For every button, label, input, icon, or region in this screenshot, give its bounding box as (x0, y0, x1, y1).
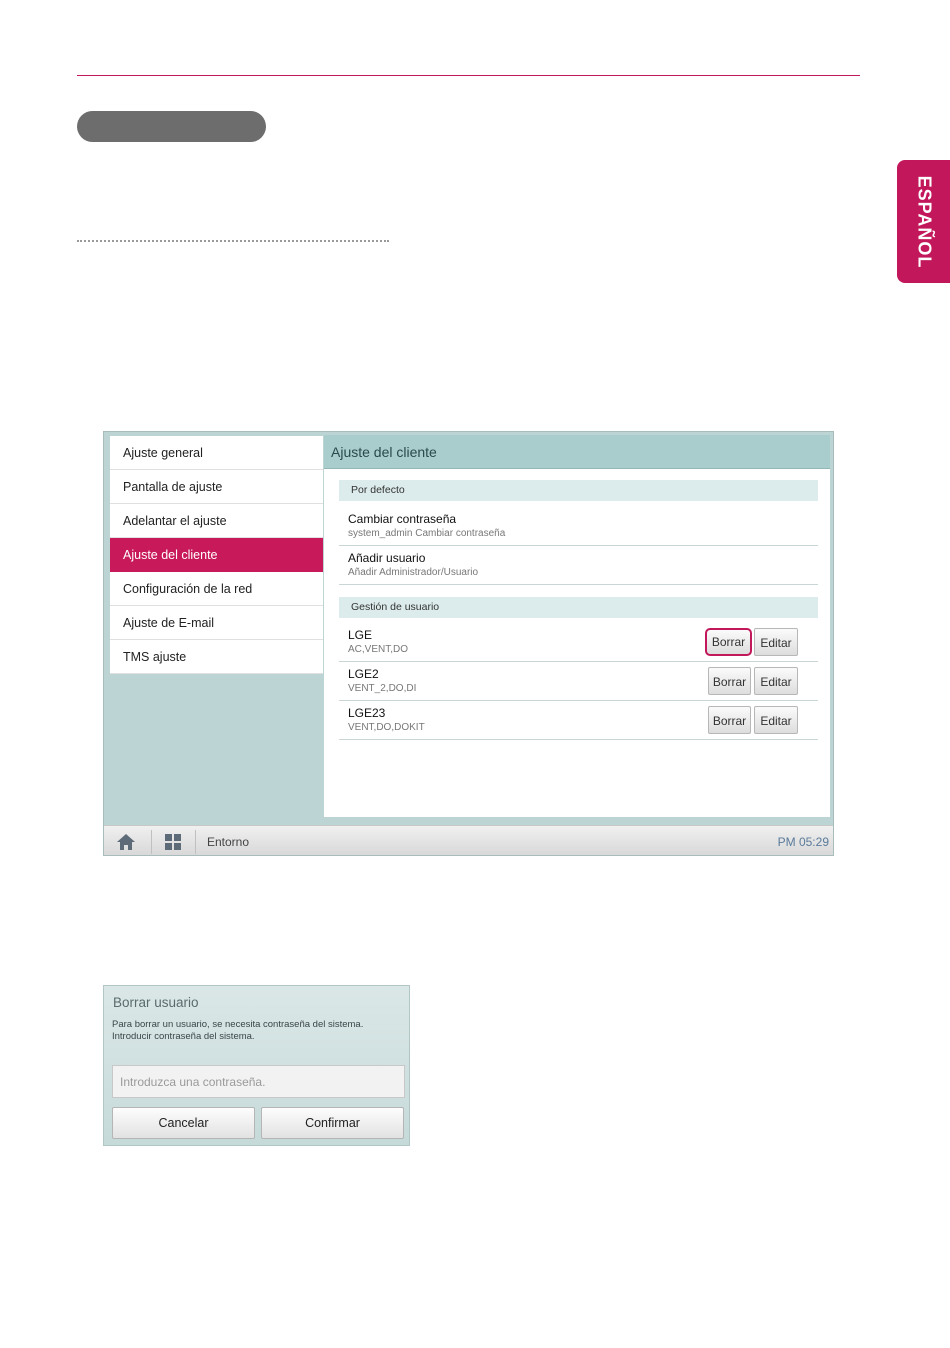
user-permissions: VENT_2,DO,DI (348, 683, 417, 694)
delete-user-button[interactable]: Borrar (705, 628, 752, 656)
settings-sidebar: Ajuste general Pantalla de ajuste Adelan… (110, 436, 323, 674)
user-name: LGE23 (348, 706, 386, 720)
status-divider (195, 830, 196, 854)
edit-user-button[interactable]: Editar (754, 667, 798, 695)
user-row: LGE23 VENT,DO,DOKIT Borrar Editar (339, 701, 818, 740)
delete-user-button[interactable]: Borrar (708, 667, 751, 695)
password-input[interactable] (112, 1065, 405, 1098)
language-tab-label: ESPAÑOL (914, 175, 934, 268)
add-user-title: Añadir usuario (348, 551, 426, 565)
dialog-title: Borrar usuario (113, 995, 199, 1010)
dotted-divider (77, 240, 389, 242)
user-row: LGE2 VENT_2,DO,DI Borrar Editar (339, 662, 818, 701)
user-name: LGE2 (348, 667, 379, 681)
home-icon[interactable] (115, 831, 137, 853)
sidebar-item-advanced[interactable]: Adelantar el ajuste (110, 504, 323, 538)
section-user-management: Gestión de usuario (339, 597, 818, 618)
user-row: LGE AC,VENT,DO Borrar Editar (339, 623, 818, 662)
confirm-button[interactable]: Confirmar (261, 1107, 404, 1139)
settings-screen: Ajuste general Pantalla de ajuste Adelan… (103, 431, 834, 856)
top-divider (77, 75, 860, 76)
sidebar-item-screen[interactable]: Pantalla de ajuste (110, 470, 323, 504)
add-user-subtitle: Añadir Administrador/Usuario (348, 567, 479, 578)
change-password-title: Cambiar contraseña (348, 512, 457, 526)
change-password-row[interactable]: Cambiar contraseña system_admin Cambiar … (339, 507, 818, 546)
user-name: LGE (348, 628, 373, 642)
delete-user-dialog: Borrar usuario Para borrar un usuario, s… (103, 985, 410, 1146)
status-divider (151, 830, 152, 854)
change-password-subtitle: system_admin Cambiar contraseña (348, 528, 506, 539)
user-permissions: AC,VENT,DO (348, 644, 409, 655)
status-label: Entorno (207, 835, 250, 849)
sidebar-item-customer[interactable]: Ajuste del cliente (110, 538, 323, 572)
edit-user-button[interactable]: Editar (754, 628, 798, 656)
cancel-button[interactable]: Cancelar (112, 1107, 255, 1139)
content-panel: Ajuste del cliente Por defecto Cambiar c… (324, 435, 830, 817)
delete-user-button[interactable]: Borrar (708, 706, 751, 734)
status-bar: Entorno PM 05:29 (104, 825, 833, 855)
language-tab: ESPAÑOL (897, 160, 950, 283)
user-permissions: VENT,DO,DOKIT (348, 722, 425, 733)
grid-icon[interactable] (162, 831, 184, 853)
add-user-row[interactable]: Añadir usuario Añadir Administrador/Usua… (339, 546, 818, 585)
section-default: Por defecto (339, 480, 818, 501)
edit-user-button[interactable]: Editar (754, 706, 798, 734)
page-title: Ajuste del cliente (324, 435, 830, 469)
sidebar-item-tms[interactable]: TMS ajuste (110, 640, 323, 674)
status-time: PM 05:29 (777, 835, 829, 849)
dialog-message: Para borrar un usuario, se necesita cont… (112, 1019, 364, 1042)
sidebar-item-general[interactable]: Ajuste general (110, 436, 323, 470)
sidebar-item-network[interactable]: Configuración de la red (110, 572, 323, 606)
section-header-pill (77, 111, 266, 142)
sidebar-item-email[interactable]: Ajuste de E-mail (110, 606, 323, 640)
